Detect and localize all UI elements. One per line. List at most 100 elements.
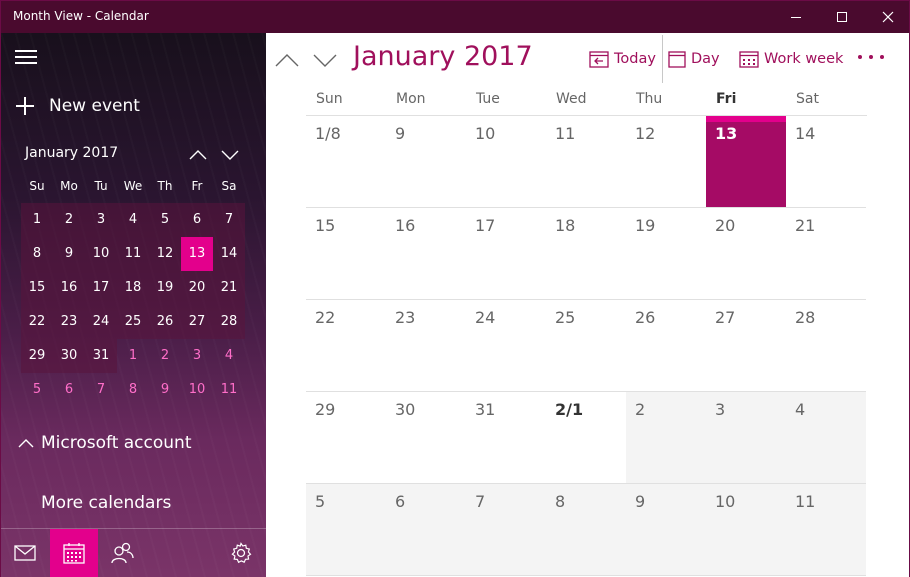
mini-day[interactable]: 27	[181, 305, 213, 339]
people-button[interactable]	[98, 529, 146, 577]
day-cell[interactable]: 14	[786, 116, 866, 208]
day-cell[interactable]: 5	[306, 484, 386, 576]
mail-button[interactable]	[1, 529, 49, 577]
close-button[interactable]	[865, 1, 910, 33]
mini-day[interactable]: 9	[53, 237, 85, 271]
mini-day[interactable]: 10	[85, 237, 117, 271]
mini-day[interactable]: 30	[53, 339, 85, 373]
day-number: 8	[555, 492, 566, 511]
mini-day[interactable]: 8	[117, 373, 149, 407]
mini-day[interactable]: 6	[181, 203, 213, 237]
day-cell-today[interactable]: 13	[706, 116, 786, 208]
day-cell[interactable]: 11	[786, 484, 866, 576]
maximize-button[interactable]	[819, 1, 865, 33]
mini-day[interactable]: 3	[85, 203, 117, 237]
more-options-button[interactable]	[858, 45, 884, 69]
mini-weekday-label: Th	[157, 179, 173, 193]
mini-day[interactable]: 9	[149, 373, 181, 407]
mini-day[interactable]: 7	[85, 373, 117, 407]
mini-day-today[interactable]: 13	[181, 237, 213, 271]
mini-day[interactable]: 19	[149, 271, 181, 305]
day-cell[interactable]: 28	[786, 300, 866, 392]
day-cell[interactable]: 29	[306, 392, 386, 484]
day-cell[interactable]: 21	[786, 208, 866, 300]
mini-day[interactable]: 2	[53, 203, 85, 237]
mini-day[interactable]: 25	[117, 305, 149, 339]
mini-day[interactable]: 31	[85, 339, 117, 373]
work-week-view-button[interactable]: Work week	[739, 47, 843, 71]
settings-button[interactable]	[217, 529, 265, 577]
mini-day[interactable]: 22	[21, 305, 53, 339]
mini-day[interactable]: 6	[53, 373, 85, 407]
mini-day[interactable]: 15	[21, 271, 53, 305]
mini-day[interactable]: 2	[149, 339, 181, 373]
mini-day[interactable]: 4	[117, 203, 149, 237]
mini-day[interactable]: 1	[117, 339, 149, 373]
day-cell[interactable]: 22	[306, 300, 386, 392]
mini-day[interactable]: 17	[85, 271, 117, 305]
day-cell[interactable]: 4	[786, 392, 866, 484]
day-cell[interactable]: 8	[546, 484, 626, 576]
month-title[interactable]: January 2017	[353, 41, 533, 72]
day-cell[interactable]: 19	[626, 208, 706, 300]
day-cell[interactable]: 18	[546, 208, 626, 300]
more-calendars-link[interactable]: More calendars	[41, 493, 171, 513]
minimize-button[interactable]	[773, 1, 819, 33]
mini-day[interactable]: 8	[21, 237, 53, 271]
mini-day[interactable]: 14	[213, 237, 245, 271]
mini-day[interactable]: 29	[21, 339, 53, 373]
day-cell[interactable]: 23	[386, 300, 466, 392]
day-cell[interactable]: 25	[546, 300, 626, 392]
mini-day[interactable]: 24	[85, 305, 117, 339]
mini-day[interactable]: 5	[149, 203, 181, 237]
day-view-button[interactable]: Day	[668, 47, 720, 71]
microsoft-account-group[interactable]: Microsoft account	[17, 433, 192, 453]
next-month-button[interactable]	[310, 47, 340, 73]
mini-calendar-title[interactable]: January 2017	[25, 145, 118, 161]
mini-day[interactable]: 28	[213, 305, 245, 339]
day-cell[interactable]: 24	[466, 300, 546, 392]
day-cell[interactable]: 7	[466, 484, 546, 576]
mini-day[interactable]: 21	[213, 271, 245, 305]
mini-day[interactable]: 3	[181, 339, 213, 373]
mini-day[interactable]: 16	[53, 271, 85, 305]
day-cell[interactable]: 12	[626, 116, 706, 208]
day-cell[interactable]: 26	[626, 300, 706, 392]
mini-day[interactable]: 26	[149, 305, 181, 339]
day-cell[interactable]: 9	[626, 484, 706, 576]
day-cell[interactable]: 17	[466, 208, 546, 300]
day-cell[interactable]: 6	[386, 484, 466, 576]
day-cell[interactable]: 9	[386, 116, 466, 208]
day-cell[interactable]: 30	[386, 392, 466, 484]
mini-day[interactable]: 4	[213, 339, 245, 373]
day-cell[interactable]: 27	[706, 300, 786, 392]
day-cell[interactable]: 1/8	[306, 116, 386, 208]
day-cell[interactable]: 31	[466, 392, 546, 484]
mini-day[interactable]: 18	[117, 271, 149, 305]
day-cell[interactable]: 3	[706, 392, 786, 484]
day-cell[interactable]: 20	[706, 208, 786, 300]
hamburger-menu-icon[interactable]	[15, 50, 37, 64]
mini-day[interactable]: 11	[117, 237, 149, 271]
mini-day[interactable]: 1	[21, 203, 53, 237]
mini-day[interactable]: 5	[21, 373, 53, 407]
day-cell[interactable]: 15	[306, 208, 386, 300]
day-cell[interactable]: 2/1	[546, 392, 626, 484]
day-cell[interactable]: 10	[706, 484, 786, 576]
mini-day[interactable]: 23	[53, 305, 85, 339]
mini-day[interactable]: 11	[213, 373, 245, 407]
mini-day[interactable]: 20	[181, 271, 213, 305]
day-cell[interactable]: 2	[626, 392, 706, 484]
mini-calendar-previous-button[interactable]	[187, 145, 209, 165]
mini-day[interactable]: 10	[181, 373, 213, 407]
today-button[interactable]: Today	[589, 47, 656, 71]
mini-calendar-next-button[interactable]	[219, 145, 241, 165]
day-cell[interactable]: 10	[466, 116, 546, 208]
day-cell[interactable]: 16	[386, 208, 466, 300]
previous-month-button[interactable]	[272, 47, 302, 73]
new-event-button[interactable]: New event	[15, 93, 140, 119]
day-cell[interactable]: 11	[546, 116, 626, 208]
calendar-button[interactable]	[50, 529, 98, 577]
mini-day[interactable]: 12	[149, 237, 181, 271]
mini-day[interactable]: 7	[213, 203, 245, 237]
